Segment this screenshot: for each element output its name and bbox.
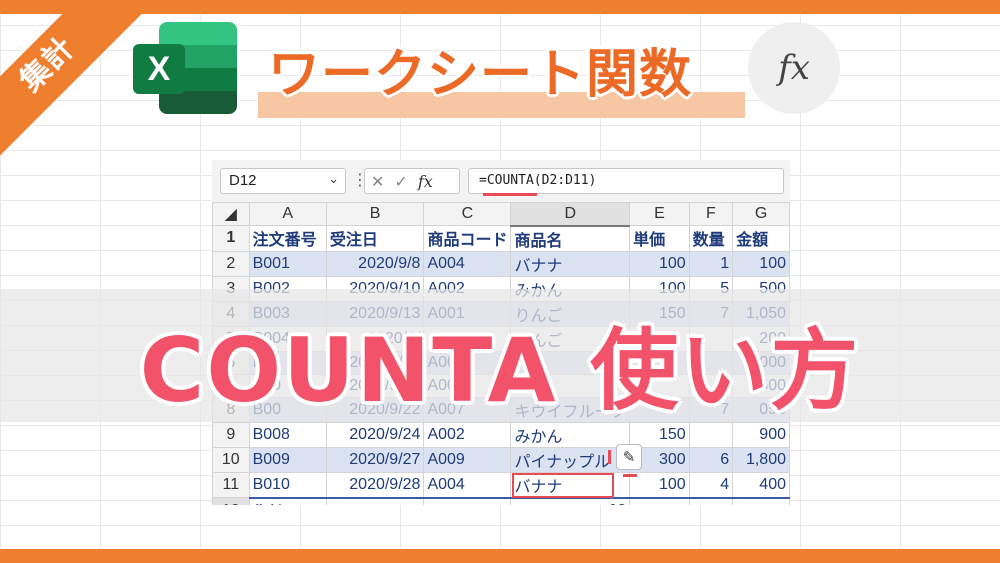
column-header[interactable]: B — [325, 202, 425, 226]
formula-actions: ✕ ✓ fx — [364, 168, 460, 194]
name-box-value: D12 — [229, 172, 257, 189]
chevron-down-icon[interactable]: ⌄ — [328, 171, 339, 187]
row-header[interactable]: 11 — [212, 471, 250, 498]
select-all-corner[interactable]: ◢ — [212, 202, 250, 226]
cell[interactable] — [732, 496, 790, 505]
header-cell[interactable]: 数量 — [688, 225, 734, 252]
header-cell[interactable]: 商品コード — [423, 225, 512, 252]
cell[interactable]: A004 — [423, 471, 512, 498]
cell[interactable] — [688, 496, 734, 505]
cell[interactable]: 400 — [732, 471, 790, 498]
header-cell[interactable]: 受注日 — [325, 225, 425, 252]
cell[interactable] — [423, 496, 512, 505]
column-header[interactable]: F — [688, 202, 734, 226]
cell[interactable]: B009 — [248, 446, 327, 473]
cell[interactable] — [629, 496, 690, 505]
total-value[interactable]: 10 — [510, 496, 631, 505]
cancel-icon[interactable]: ✕ — [371, 172, 384, 191]
confirm-icon[interactable]: ✓ — [394, 172, 407, 191]
bottom-accent-bar — [0, 549, 1000, 563]
table-header-row: 1 注文番号 受注日 商品コード 商品名 単価 数量 金額 — [212, 225, 790, 252]
cell[interactable]: 2020/9/28 — [325, 471, 425, 498]
formula-highlight-underline — [483, 193, 537, 196]
quick-analysis-icon[interactable]: ✎ — [616, 444, 642, 470]
cell[interactable]: パイナップル — [510, 446, 631, 473]
column-header-selected[interactable]: D — [510, 202, 631, 227]
column-header[interactable]: G — [732, 202, 790, 226]
column-header-row: ◢ A B C D E F G — [212, 202, 790, 227]
column-header[interactable]: C — [423, 202, 512, 226]
cell[interactable]: 1 — [688, 250, 734, 277]
cell[interactable]: B001 — [248, 250, 327, 277]
cell[interactable] — [325, 496, 425, 505]
highlight-mark — [608, 450, 611, 464]
header-cell[interactable]: 注文番号 — [248, 225, 327, 252]
row-header[interactable]: 10 — [212, 446, 250, 473]
cell[interactable]: 100 — [732, 250, 790, 277]
cell[interactable]: 1,800 — [732, 446, 790, 473]
total-row: 12集計 10 — [212, 496, 790, 505]
cell[interactable]: 2020/9/27 — [325, 446, 425, 473]
header-cell[interactable]: 金額 — [732, 225, 790, 252]
column-header[interactable]: E — [629, 202, 690, 226]
excel-logo-icon: X — [133, 22, 239, 116]
highlight-mark — [623, 474, 637, 477]
cell[interactable]: 2020/9/8 — [325, 250, 425, 277]
table-row: 11 B010 2020/9/28 A004 バナナ 100 4 400 — [212, 471, 790, 498]
row-header[interactable]: 2 — [212, 250, 250, 277]
total-label[interactable]: 集計 — [248, 496, 327, 505]
table-row: 2 B001 2020/9/8 A004 バナナ 100 1 100 — [212, 250, 790, 277]
header-cell[interactable]: 単価 — [629, 225, 690, 252]
cell[interactable]: A009 — [423, 446, 512, 473]
cell[interactable]: 6 — [688, 446, 734, 473]
cell[interactable]: 100 — [629, 250, 690, 277]
row-header[interactable]: 1 — [212, 225, 250, 252]
row-header[interactable]: 12 — [212, 497, 250, 505]
cell[interactable]: バナナ — [510, 250, 631, 277]
cell[interactable]: B010 — [248, 471, 327, 498]
header-cell[interactable]: 商品名 — [510, 225, 631, 252]
formula-bar: D12 ⌄ ⋮ ✕ ✓ fx =COUNTA(D2:D11) — [212, 160, 790, 202]
formula-input[interactable]: =COUNTA(D2:D11) — [468, 168, 784, 194]
table-row: 10 B009 2020/9/27 A009 パイナップル 300 6 1,800 — [212, 446, 790, 473]
name-box[interactable]: D12 ⌄ — [220, 168, 346, 194]
active-cell-outline[interactable] — [512, 473, 614, 498]
page-title: ワークシート関数 — [268, 45, 693, 105]
cell[interactable]: 4 — [688, 471, 734, 498]
excel-logo-letter: X — [133, 44, 185, 94]
column-header[interactable]: A — [248, 202, 327, 226]
insert-function-icon[interactable]: fx — [418, 172, 433, 191]
headline: COUNTA 使い方 — [139, 319, 861, 422]
cell[interactable]: A004 — [423, 250, 512, 277]
fx-icon: fx — [748, 22, 840, 114]
cell[interactable]: 100 — [629, 471, 690, 498]
